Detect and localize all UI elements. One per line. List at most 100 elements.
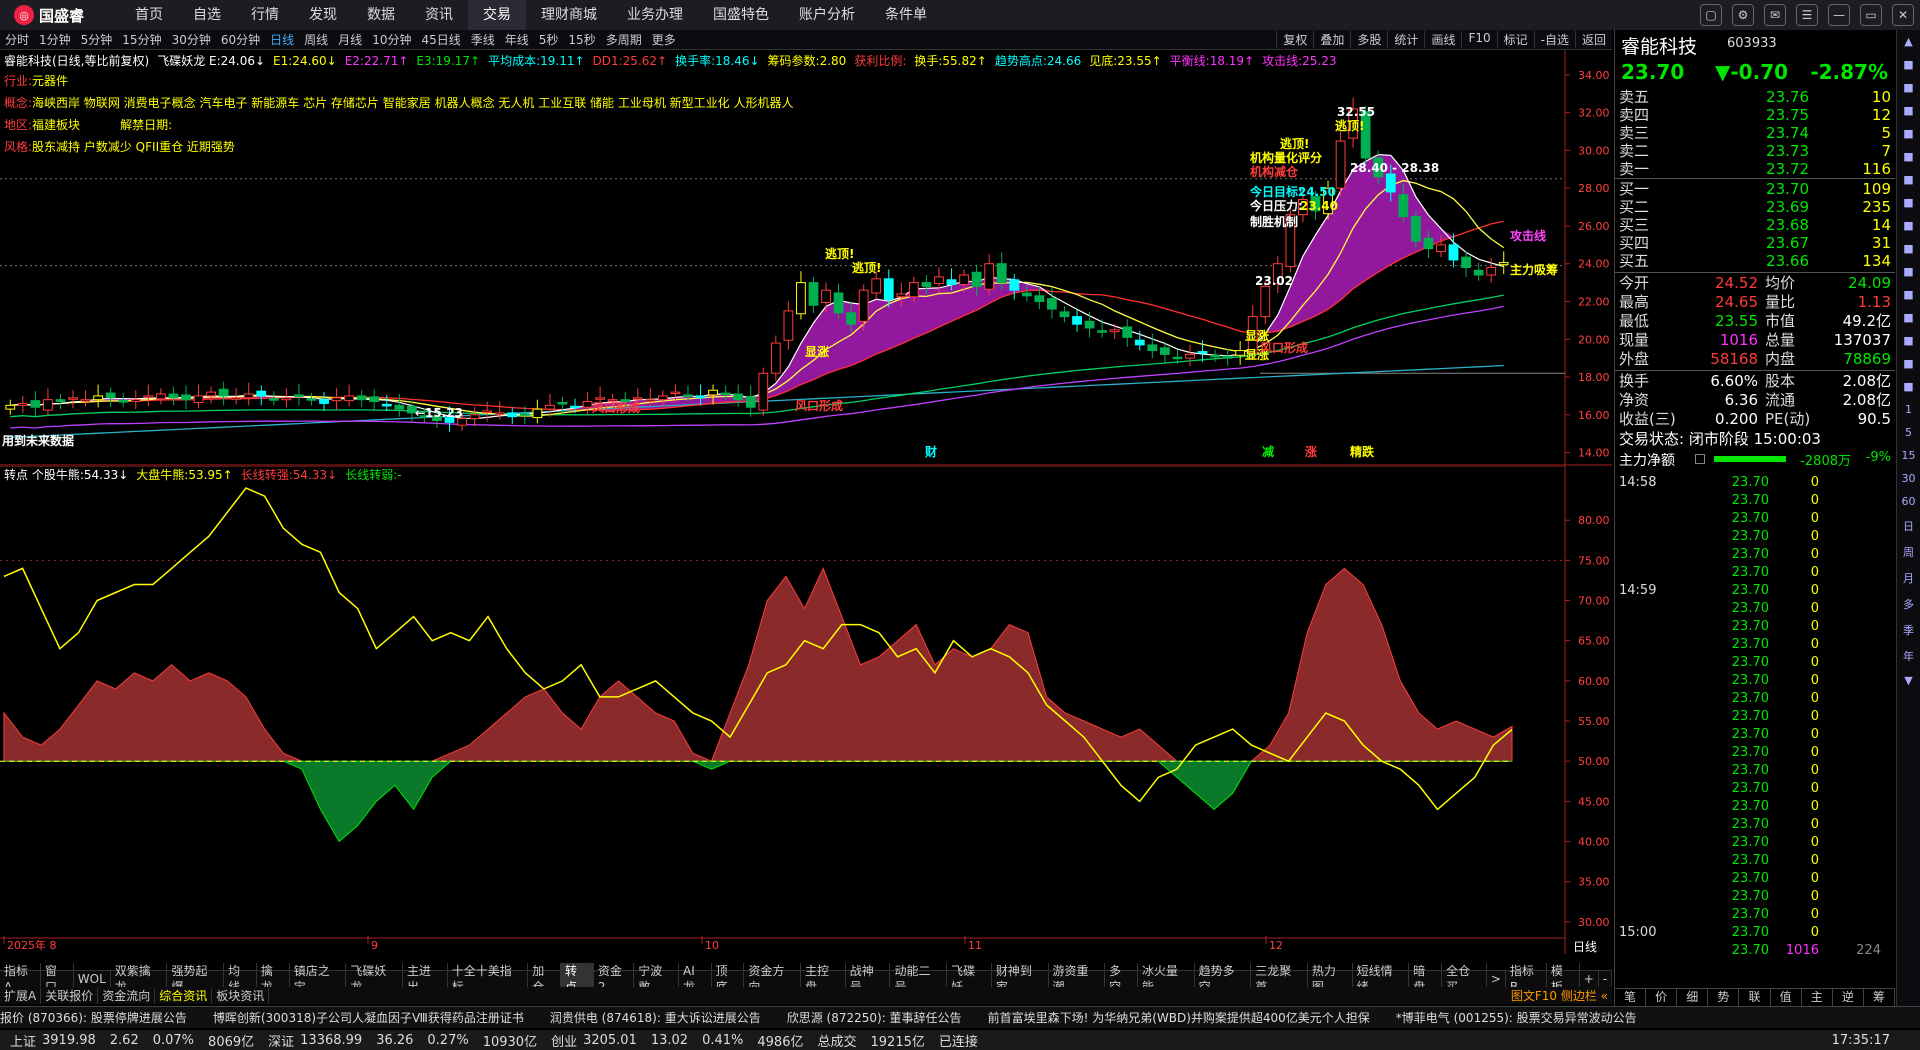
quote-tab-1[interactable]: 价: [1646, 989, 1678, 1006]
sidebar-item-27-icon[interactable]: ▼: [1904, 674, 1912, 687]
sidebar-item-9-icon[interactable]: ■: [1903, 242, 1913, 255]
nav-3[interactable]: 发现: [294, 0, 352, 30]
sidebar-item-24[interactable]: 多: [1903, 596, 1914, 612]
period-5[interactable]: 60分钟: [216, 31, 265, 48]
sidebar-item-12-icon[interactable]: ■: [1903, 311, 1913, 324]
nav-7[interactable]: 理财商城: [526, 0, 612, 30]
sidebar-item-18[interactable]: 15: [1902, 449, 1916, 462]
sidebar-item-22[interactable]: 周: [1903, 544, 1914, 560]
sidebar-item-25[interactable]: 季: [1903, 622, 1914, 638]
sidebar-item-6-icon[interactable]: ■: [1903, 173, 1913, 186]
period-11[interactable]: 季线: [466, 31, 500, 48]
indicator-tab-32[interactable]: >: [1487, 971, 1506, 987]
sidebar-item-0-icon[interactable]: ▲: [1904, 35, 1912, 48]
quote-tab-0[interactable]: 笔: [1615, 989, 1647, 1006]
period-14[interactable]: 15秒: [563, 31, 600, 48]
nav-10[interactable]: 账户分析: [784, 0, 870, 30]
nav-2[interactable]: 行情: [236, 0, 294, 30]
nav-4[interactable]: 数据: [352, 0, 410, 30]
tool-1[interactable]: 叠加: [1313, 31, 1350, 48]
period-2[interactable]: 5分钟: [76, 31, 118, 48]
quote-tab-6[interactable]: 主: [1802, 989, 1833, 1006]
tool-7[interactable]: -自选: [1533, 31, 1575, 48]
window-control-2-icon[interactable]: ✉: [1764, 4, 1786, 26]
info-tab-1[interactable]: 关联报价: [41, 987, 99, 1004]
app-logo[interactable]: ◎ 国盛睿: [0, 0, 120, 30]
side-panel-toggle[interactable]: 图文F10 侧边栏 «: [1507, 988, 1612, 1004]
news-item[interactable]: 润贵供电 (874618): 重大诉讼进展公告: [550, 1009, 761, 1026]
nav-1[interactable]: 自选: [178, 0, 236, 30]
period-8[interactable]: 月线: [333, 31, 367, 48]
sidebar-item-2-icon[interactable]: ■: [1903, 81, 1913, 94]
window-control-3-icon[interactable]: ☰: [1796, 4, 1818, 26]
period-3[interactable]: 15分钟: [117, 31, 166, 48]
tool-8[interactable]: 返回: [1574, 31, 1612, 48]
nav-11[interactable]: 条件单: [870, 0, 942, 30]
nav-0[interactable]: 首页: [120, 0, 178, 30]
period-1[interactable]: 1分钟: [34, 31, 76, 48]
nav-8[interactable]: 业务办理: [612, 0, 698, 30]
sidebar-item-8-icon[interactable]: ■: [1903, 219, 1913, 232]
window-control-0-icon[interactable]: ▢: [1700, 4, 1722, 26]
news-item[interactable]: *博菲电气 (001255): 股票交易异常波动公告: [1396, 1009, 1637, 1026]
period-4[interactable]: 30分钟: [167, 31, 216, 48]
sidebar-item-26[interactable]: 年: [1903, 648, 1914, 664]
quote-tab-7[interactable]: 逆: [1833, 989, 1864, 1006]
quote-tab-2[interactable]: 细: [1677, 989, 1709, 1006]
window-control-4-icon[interactable]: —: [1828, 4, 1850, 26]
news-item[interactable]: 前首富埃里森下场! 为华纳兄弟(WBD)并购案提供超400亿美元个人担保: [988, 1009, 1370, 1026]
window-control-6-icon[interactable]: ✕: [1892, 4, 1914, 26]
period-6[interactable]: 日线: [265, 31, 299, 48]
info-tab-4[interactable]: 板块资讯: [212, 987, 270, 1004]
period-0[interactable]: 分时: [0, 31, 34, 48]
sidebar-item-23[interactable]: 月: [1903, 570, 1914, 586]
net-flow-toggle-icon[interactable]: [1695, 454, 1705, 464]
nav-6[interactable]: 交易: [468, 0, 526, 30]
nav-9[interactable]: 国盛特色: [698, 0, 784, 30]
quote-tab-3[interactable]: 势: [1708, 989, 1740, 1006]
tool-5[interactable]: F10: [1461, 31, 1496, 48]
news-item[interactable]: 报价 (870366): 股票停牌进展公告: [0, 1009, 187, 1026]
period-13[interactable]: 5秒: [534, 31, 564, 48]
sidebar-item-11-icon[interactable]: ■: [1903, 288, 1913, 301]
window-control-1-icon[interactable]: ⚙: [1732, 4, 1754, 26]
info-tab-2[interactable]: 资金流向: [98, 987, 156, 1004]
sidebar-item-10-icon[interactable]: ■: [1903, 265, 1913, 278]
tool-2[interactable]: 多股: [1350, 31, 1387, 48]
period-9[interactable]: 10分钟: [367, 31, 416, 48]
sub-indicator-chart[interactable]: 转点 个股牛熊:54.33↓ 大盘牛熊:53.95↑ 长线转强:54.33↓ 长线转弱…: [0, 466, 1612, 954]
window-control-5-icon[interactable]: ▭: [1860, 4, 1882, 26]
sidebar-item-3-icon[interactable]: ■: [1903, 104, 1913, 117]
sidebar-item-15-icon[interactable]: ■: [1903, 380, 1913, 393]
sidebar-item-16[interactable]: 1: [1905, 403, 1912, 416]
quote-tab-5[interactable]: 值: [1771, 989, 1802, 1006]
period-15[interactable]: 多周期: [601, 31, 647, 48]
sidebar-item-14-icon[interactable]: ■: [1903, 357, 1913, 370]
tool-6[interactable]: 标记: [1496, 31, 1534, 48]
info-tab-0[interactable]: 扩展A: [0, 987, 42, 1004]
indicator-tab-2[interactable]: WOL: [74, 971, 111, 987]
news-item[interactable]: 欣思源 (872250): 董事辞任公告: [787, 1009, 962, 1026]
period-16[interactable]: 更多: [647, 31, 681, 48]
main-kline-chart[interactable]: 睿能科技(日线,等比前复权) 飞碟妖龙 E:24.06↓ E1:24.60↓ E2:2…: [0, 50, 1612, 466]
period-10[interactable]: 45日线: [416, 31, 465, 48]
quote-tab-4[interactable]: 联: [1739, 989, 1771, 1006]
sidebar-item-21[interactable]: 日: [1903, 518, 1914, 534]
quote-tab-8[interactable]: 筹: [1864, 989, 1895, 1006]
tool-0[interactable]: 复权: [1276, 31, 1313, 48]
indicator-tab-36[interactable]: -: [1599, 971, 1613, 987]
sidebar-item-19[interactable]: 30: [1902, 472, 1916, 485]
sidebar-item-13-icon[interactable]: ■: [1903, 334, 1913, 347]
sidebar-item-1-icon[interactable]: ■: [1903, 58, 1913, 71]
indicator-tab-35[interactable]: +: [1580, 971, 1599, 987]
sidebar-item-7-icon[interactable]: ■: [1903, 196, 1913, 209]
period-12[interactable]: 年线: [500, 31, 534, 48]
sidebar-item-4-icon[interactable]: ■: [1903, 127, 1913, 140]
sidebar-item-5-icon[interactable]: ■: [1903, 150, 1913, 163]
period-7[interactable]: 周线: [299, 31, 333, 48]
tool-3[interactable]: 统计: [1387, 31, 1424, 48]
sidebar-item-17[interactable]: 5: [1905, 426, 1912, 439]
sidebar-item-20[interactable]: 60: [1902, 495, 1916, 508]
info-tab-3[interactable]: 综合资讯: [155, 987, 213, 1004]
news-item[interactable]: 博晖创新(300318)子公司人凝血因子Ⅷ获得药品注册证书: [213, 1009, 524, 1026]
